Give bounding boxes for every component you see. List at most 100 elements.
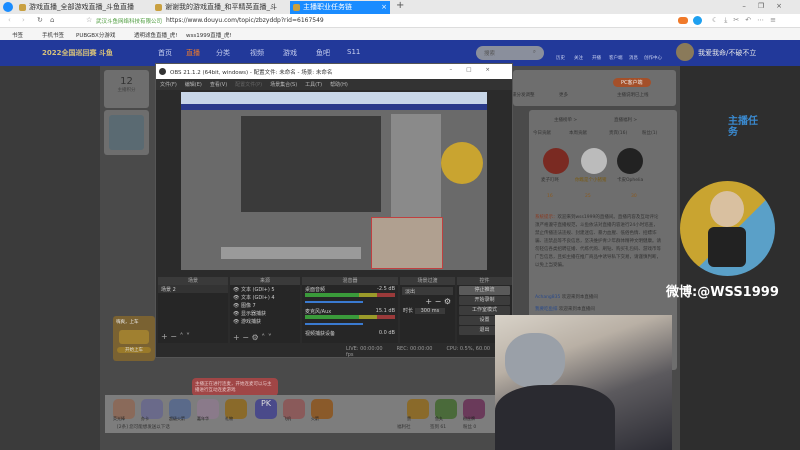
obs-preview[interactable] — [181, 92, 487, 270]
bookmark-item[interactable]: 手机书签 — [42, 31, 64, 39]
obs-window-controls[interactable]: –□× — [449, 67, 504, 73]
scene-item[interactable]: 场景 2 — [158, 285, 228, 293]
close-icon[interactable]: × — [776, 2, 794, 10]
source-controls[interactable]: + − ⚙ ˄ ˅ — [233, 333, 272, 342]
new-tab-button[interactable]: + — [396, 0, 404, 11]
chat-user[interactable]: Achang835 — [535, 295, 560, 300]
search-icon[interactable]: ⌕ — [533, 49, 536, 56]
gift-item[interactable]: 嘉年华 — [197, 399, 219, 421]
client-link[interactable]: 客户端 — [609, 55, 623, 61]
minimize-icon[interactable]: – — [742, 2, 758, 10]
obs-menu-profile[interactable]: 配置文件(P) — [235, 82, 262, 88]
search-input[interactable]: 搜索 ⌕ — [476, 46, 544, 60]
nav-game[interactable]: 游戏 — [283, 48, 297, 58]
rank-avatar[interactable] — [543, 148, 569, 174]
toolbar-icons[interactable]: ☾⤓✂↶⋯≡ — [712, 16, 782, 25]
nav-home[interactable]: 首页 — [158, 48, 172, 58]
gift-pk[interactable]: PK — [255, 399, 277, 419]
volume-slider[interactable] — [305, 323, 363, 325]
studio-mode-button[interactable]: 工作室模式 — [459, 306, 510, 315]
source-item[interactable]: 👁 文本 (GDI+) 4 — [230, 293, 300, 301]
rank-tab[interactable]: 贵宾(16) — [609, 130, 627, 136]
chat-icon[interactable] — [693, 16, 702, 25]
gift-item[interactable]: 赞 — [407, 399, 429, 421]
rank-tab[interactable]: 今日贡献 — [533, 130, 551, 136]
nav-live[interactable]: 直播 — [186, 48, 200, 58]
gift-label: 粉丝牌 — [463, 416, 475, 421]
footer-item[interactable]: 福利社 — [397, 424, 411, 430]
transition-controls[interactable]: + − ⚙ — [400, 297, 455, 306]
nav-fishbar[interactable]: 鱼吧 — [316, 48, 330, 58]
message-link[interactable]: 消息 — [629, 55, 638, 61]
follow-link[interactable]: 关注 — [574, 55, 583, 61]
rank-link[interactable]: 直播福利 > — [614, 117, 637, 123]
footer-item[interactable]: 签到 61 — [430, 424, 446, 430]
bookmark-item[interactable]: 透明滤鱼直播_虎! — [134, 31, 177, 39]
pc-client-button[interactable]: PC客户端 — [613, 78, 651, 87]
gift-item[interactable]: 粉丝牌 — [463, 399, 485, 421]
rank-avatar[interactable] — [617, 148, 643, 174]
nav-category[interactable]: 分类 — [216, 48, 230, 58]
streamer-avatar[interactable] — [109, 115, 144, 150]
obs-menu-edit[interactable]: 编辑(E) — [185, 82, 202, 88]
broadcast-link[interactable]: 开播 — [592, 55, 601, 61]
gift-item[interactable]: 礼物 — [225, 399, 247, 421]
rank-tab[interactable]: 本周贡献 — [569, 130, 587, 136]
gift-item[interactable]: 荧光棒 — [113, 399, 135, 421]
source-item[interactable]: 👁 游戏捕获 — [230, 317, 300, 325]
rank-tab[interactable]: 粉丝(1) — [642, 130, 657, 136]
source-item[interactable]: 👁 图像 7 — [230, 301, 300, 309]
tab-label: 主播职业任务链 — [303, 3, 352, 11]
source-item[interactable]: 👁 文本 (GDI+) 5 — [230, 285, 300, 293]
tool-more[interactable]: 更多 — [559, 92, 568, 98]
nav-s11[interactable]: S11 — [347, 48, 360, 56]
gift-item[interactable]: 火箭 — [311, 399, 333, 421]
home-icon[interactable]: ⌂ — [50, 16, 54, 24]
chat-user[interactable]: 我要吃鱼排 — [535, 307, 558, 312]
tab-stream[interactable]: 谢谢我的游戏直播_和平精英直播_斗 — [152, 1, 288, 14]
nav-video[interactable]: 视频 — [250, 48, 264, 58]
promo-card[interactable]: 嗨爽，上车 开始上车 — [113, 316, 155, 361]
back-icon[interactable]: ‹ — [8, 16, 11, 24]
rank-avatar[interactable] — [581, 148, 607, 174]
source-item[interactable]: 👁 显示器捕获 — [230, 309, 300, 317]
scene-controls[interactable]: + − ˄ ˅ — [161, 332, 190, 341]
url-input[interactable]: https://www.douyu.com/topic/zbzyddp?rid=… — [166, 17, 324, 24]
close-tab-icon[interactable]: × — [381, 3, 387, 12]
chat-input[interactable]: [2条] 您可能想发送以下话 — [117, 424, 170, 430]
tab-games[interactable]: 游戏直播_全部游戏直播_斗鱼直播 — [16, 1, 150, 14]
user-avatar[interactable] — [676, 43, 694, 61]
footer-item[interactable]: 粉丝 0 — [463, 424, 476, 430]
gift-item[interactable]: 办卡 — [141, 399, 163, 421]
creator-link[interactable]: 创作中心 — [644, 55, 662, 61]
duration-input[interactable]: 300 ms — [414, 308, 446, 314]
channel-db: 15.1 dB — [375, 308, 395, 314]
transition-select[interactable]: 淡出 — [402, 287, 453, 295]
obs-menu-file[interactable]: 文件(F) — [160, 82, 177, 88]
stop-streaming-button[interactable]: 停止推流 — [459, 286, 510, 295]
rank-link[interactable]: 主播榜单 > — [554, 117, 577, 123]
mission-badge[interactable]: 主播任务 — [728, 116, 758, 138]
game-icon[interactable] — [678, 17, 688, 24]
bookmark-item[interactable]: 书签 — [12, 31, 23, 39]
obs-menu-help[interactable]: 帮助(H) — [330, 82, 348, 88]
gift-item[interactable]: 超级火箭 — [169, 399, 191, 421]
restore-icon[interactable]: ❐ — [758, 2, 776, 10]
gift-item[interactable]: 飞机 — [283, 399, 305, 421]
star-icon[interactable]: ☆ — [86, 16, 92, 24]
bookmark-item[interactable]: wss1999直播_虎! — [186, 31, 232, 39]
volume-slider[interactable] — [305, 301, 363, 303]
obs-menu-view[interactable]: 查看(V) — [210, 82, 227, 88]
promo-button[interactable]: 开始上车 — [117, 347, 151, 353]
start-recording-button[interactable]: 开始录制 — [459, 296, 510, 305]
tab-mission[interactable]: 主播职业任务链 × — [290, 1, 390, 14]
forward-icon[interactable]: › — [22, 16, 25, 24]
obs-menu-scene-collection[interactable]: 场景集合(S) — [270, 82, 297, 88]
gift-item[interactable]: 鱼丸 — [435, 399, 457, 421]
obs-menu-tools[interactable]: 工具(T) — [305, 82, 322, 88]
notice-title: 系统提示： — [535, 215, 558, 220]
reload-icon[interactable]: ↻ — [37, 16, 43, 24]
history-link[interactable]: 历史 — [556, 55, 565, 61]
site-logo[interactable]: 2022全国巡回赛 斗鱼 — [42, 48, 113, 58]
bookmark-item[interactable]: PUBGBX分游戏 — [76, 31, 115, 39]
